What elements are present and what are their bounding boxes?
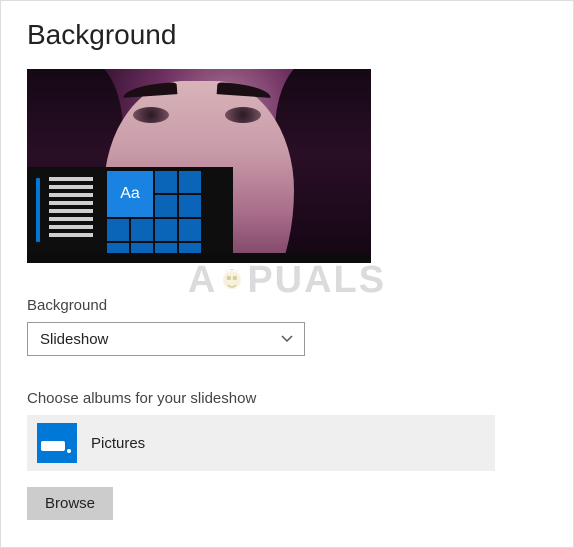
browse-button[interactable]: Browse [27,487,113,520]
chevron-down-icon [280,332,294,346]
watermark: A PUALS [188,259,386,302]
album-name: Pictures [91,435,145,452]
start-menu-preview: Aa [27,167,233,253]
background-label: Background [27,297,547,314]
page-title: Background [27,19,547,51]
albums-label: Choose albums for your slideshow [27,390,547,407]
album-item[interactable]: Pictures [27,415,495,471]
mascot-icon [215,265,249,299]
desktop-preview: Aa [27,69,371,263]
taskbar-preview: Aa [27,167,371,263]
background-dropdown-value: Slideshow [40,331,108,348]
background-dropdown[interactable]: Slideshow [27,322,305,356]
folder-icon [37,423,77,463]
sample-tile: Aa [107,171,153,217]
